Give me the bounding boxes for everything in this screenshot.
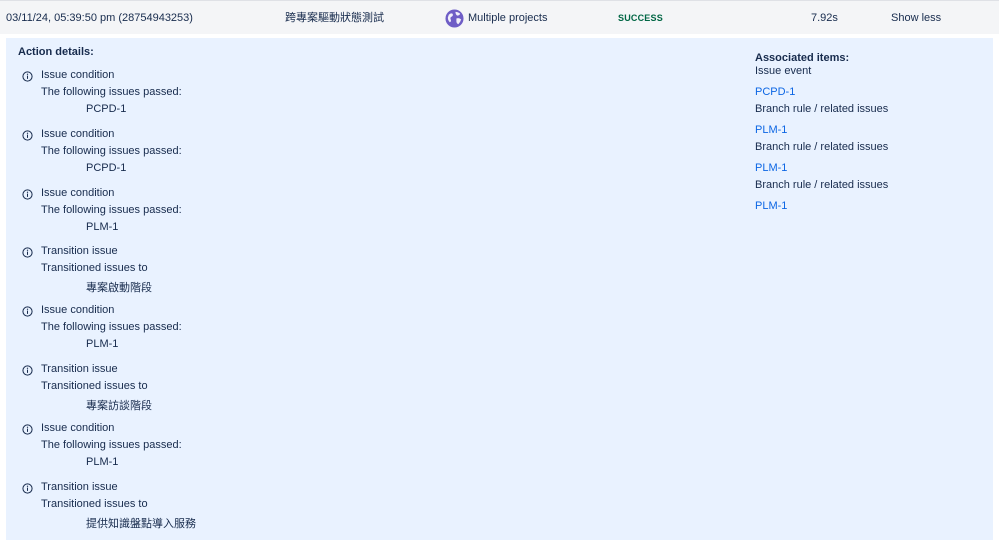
- globe-icon: [445, 8, 464, 28]
- associated-item-label: Branch rule / related issues: [755, 103, 889, 115]
- action-value: PLM-1: [86, 220, 119, 233]
- info-icon: [22, 71, 33, 82]
- action-subtitle: The following issues passed:: [41, 438, 182, 451]
- associated-item-label: Branch rule / related issues: [755, 141, 889, 153]
- details-panel: Action details: Issue condition The follo…: [6, 38, 993, 540]
- associated-issue-link[interactable]: PLM-1: [755, 122, 985, 141]
- info-icon: [22, 365, 33, 376]
- action-title: Issue condition: [41, 186, 115, 199]
- status-badge: SUCCESS: [618, 13, 663, 23]
- action-title: Transition issue: [41, 480, 118, 493]
- associated-issue-link[interactable]: PLM-1: [755, 198, 985, 217]
- info-icon: [22, 424, 33, 435]
- action-value: PLM-1: [86, 455, 119, 468]
- action-title: Issue condition: [41, 304, 115, 317]
- info-icon: [22, 247, 33, 258]
- associated-items-title: Associated items:: [755, 52, 850, 64]
- projects-label: Multiple projects: [468, 12, 548, 24]
- action-value: PCPD-1: [86, 161, 127, 174]
- info-icon: [22, 130, 33, 141]
- action-title: Issue condition: [41, 127, 115, 140]
- action-subtitle: The following issues passed:: [41, 144, 182, 157]
- show-less-button[interactable]: Show less: [891, 1, 941, 35]
- action-value: PCPD-1: [86, 103, 127, 115]
- action-subtitle: The following issues passed:: [41, 321, 182, 334]
- duration: 7.92s: [811, 12, 838, 24]
- info-icon: [22, 483, 33, 494]
- action-title: Issue condition: [41, 421, 115, 434]
- action-subtitle: Transitioned issues to: [41, 380, 148, 392]
- associated-items: Associated items: Issue event PCPD-1 Branc…: [755, 52, 985, 217]
- rule-name: 跨專案驅動狀態測試: [285, 12, 384, 24]
- action-title: Issue condition: [41, 69, 115, 81]
- info-icon: [22, 306, 33, 317]
- action-value: 提供知識盤點導入服務: [86, 517, 196, 530]
- action-title: Transition issue: [41, 363, 118, 375]
- action-subtitle: The following issues passed:: [41, 86, 182, 98]
- associated-issue-link[interactable]: PLM-1: [755, 160, 985, 179]
- action-details-title: Action details:: [18, 46, 94, 58]
- action-subtitle: The following issues passed:: [41, 203, 182, 216]
- action-value: 專案訪談階段: [86, 400, 152, 412]
- execution-date: 03/11/24, 05:39:50 pm (28754943253): [6, 12, 193, 24]
- projects-scope: Multiple projects: [445, 1, 547, 35]
- action-subtitle: Transitioned issues to: [41, 497, 148, 510]
- associated-item-label: Branch rule / related issues: [755, 179, 889, 191]
- associated-issue-link[interactable]: PCPD-1: [755, 84, 985, 103]
- associated-item-label: Issue event: [755, 65, 812, 77]
- action-subtitle: Transitioned issues to: [41, 262, 148, 275]
- action-title: Transition issue: [41, 245, 118, 258]
- action-value: PLM-1: [86, 338, 119, 351]
- audit-log-row[interactable]: 03/11/24, 05:39:50 pm (28754943253) 跨專案驅…: [0, 0, 999, 34]
- info-icon: [22, 189, 33, 200]
- action-value: 專案啟動階段: [86, 282, 152, 295]
